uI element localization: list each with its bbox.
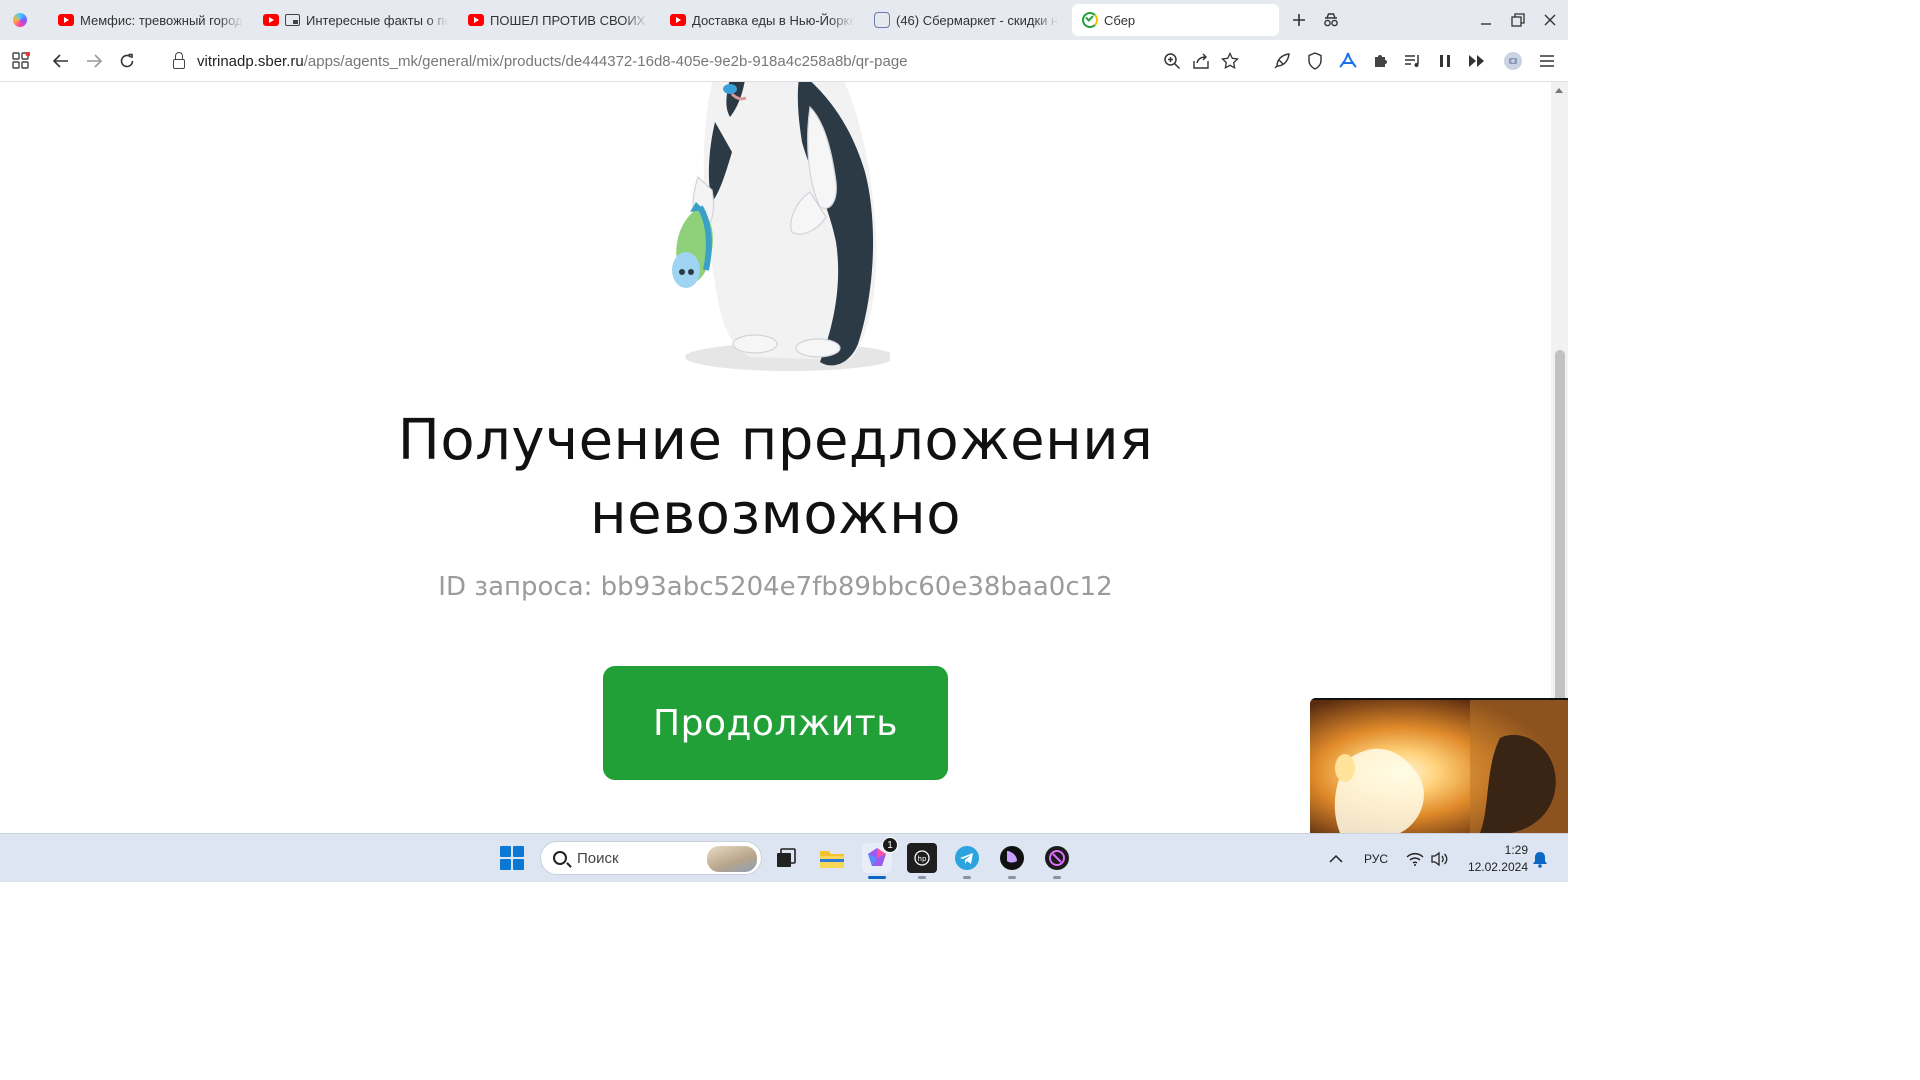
lock-icon [173,51,185,69]
next-track-icon[interactable] [1464,48,1490,74]
tab-label: Доставка еды в Нью-Йорке [692,12,854,28]
running-indicator [963,876,971,879]
clock-date: 12.02.2024 [1467,860,1528,874]
new-tab-plus-icon[interactable] [1286,0,1312,40]
tab-memphis[interactable]: Мемфис: тревожный город [48,4,253,36]
tab-sber[interactable]: Сбер [1072,4,1279,36]
tab-against[interactable]: ПОШЕЛ ПРОТИВ СВОИХ И Г [458,4,658,36]
headline-line-1: Получение предложения [397,408,1154,473]
reload-icon[interactable] [110,40,143,82]
purple-app-icon[interactable] [997,843,1027,879]
address-bar: vitrinadp.sber.ru/apps/agents_mk/general… [0,40,1568,82]
tab-label: Интересные факты о пе [306,12,448,28]
clock-time: 1:29 [1504,843,1528,857]
youtube-icon [670,14,686,26]
show-hidden-icons-chevron-icon[interactable] [1329,834,1343,882]
browser-taskbar-icon[interactable]: 1 [862,837,898,879]
running-indicator [1008,876,1016,879]
notifications-bell-icon[interactable] [1532,834,1548,882]
url-path: /apps/agents_mk/general/mix/products/de4… [303,52,908,70]
pause-icon[interactable] [1432,48,1458,74]
rocket-icon[interactable] [1269,48,1295,74]
search-placeholder: Поиск [577,849,619,867]
apps-grid-icon[interactable] [4,40,37,82]
volume-icon[interactable] [1430,834,1448,882]
shield-icon[interactable] [1302,48,1328,74]
bookmark-star-icon[interactable] [1217,48,1243,74]
close-window-icon[interactable] [1537,0,1563,40]
profile-avatar-icon[interactable] [1500,48,1526,74]
sber-icon [1082,12,1098,28]
picture-in-picture-icon [285,14,300,26]
minimize-icon[interactable] [1473,0,1499,40]
youtube-icon [468,14,484,26]
request-id-text: ID запроса: bb93abc5204e7fb89bbc60e38baa… [438,572,1113,602]
picture-in-picture-video[interactable] [1310,698,1568,833]
active-indicator [868,876,886,879]
tab-facts[interactable]: Интересные факты о пе [253,4,458,36]
scroll-up-arrow-icon[interactable] [1555,88,1563,93]
playlist-icon[interactable] [1400,48,1426,74]
windows-start-icon[interactable] [500,846,524,870]
acrobat-icon[interactable] [1335,48,1361,74]
telegram-icon[interactable] [952,843,982,879]
hp-app-icon[interactable]: hp [907,843,937,879]
task-view-icon[interactable] [771,843,801,873]
running-indicator [918,876,926,879]
video-frame-image [1310,698,1568,833]
dark-app-icon[interactable] [1042,843,1072,879]
wifi-icon[interactable] [1406,834,1424,882]
zoom-icon[interactable] [1159,48,1185,74]
taskbar: Поиск 1 hp РУС 1:29 12.02.2024 [0,833,1568,882]
search-icon [553,851,567,865]
tab-delivery[interactable]: Доставка еды в Нью-Йорке [660,4,864,36]
browser-logo-icon[interactable] [0,0,40,40]
menu-hamburger-icon[interactable] [1534,48,1560,74]
headline-line-2: невозможно [590,482,961,547]
tab-label: Сбер [1104,12,1136,28]
youtube-icon [58,14,74,26]
tab-label: (46) Сбермаркет - скидки на [896,12,1058,28]
forward-arrow-icon[interactable] [77,40,110,82]
file-explorer-icon[interactable] [817,843,847,873]
running-indicator [1053,876,1061,879]
screen: Мемфис: тревожный город Интересные факты… [0,0,1568,882]
url-field[interactable]: vitrinadp.sber.ru/apps/agents_mk/general… [165,46,1150,76]
search-highlight-image [707,846,757,872]
taskbar-search-input[interactable]: Поиск [540,841,762,875]
tab-label: Мемфис: тревожный город [80,12,243,28]
svg-text:hp: hp [918,855,927,863]
tab-sbermarket[interactable]: (46) Сбермаркет - скидки на [864,4,1068,36]
youtube-icon [263,14,279,26]
continue-button[interactable]: Продолжить [603,666,948,780]
extensions-puzzle-icon[interactable] [1368,48,1394,74]
cat-mascot-illustration [672,82,890,371]
page-title: Получение предложения невозможно [0,404,1551,552]
tab-bar: Мемфис: тревожный город Интересные факты… [0,0,1568,40]
url-host: vitrinadp.sber.ru [197,52,304,70]
input-language[interactable]: РУС [1364,834,1388,882]
back-arrow-icon[interactable] [44,40,77,82]
notification-badge: 1 [882,837,898,853]
share-icon[interactable] [1188,48,1214,74]
shield-icon [874,12,890,28]
system-clock[interactable]: 1:29 12.02.2024 [1460,842,1528,876]
tab-label: ПОШЕЛ ПРОТИВ СВОИХ И Г [490,12,648,28]
restore-icon[interactable] [1505,0,1531,40]
incognito-icon[interactable] [1318,0,1344,40]
